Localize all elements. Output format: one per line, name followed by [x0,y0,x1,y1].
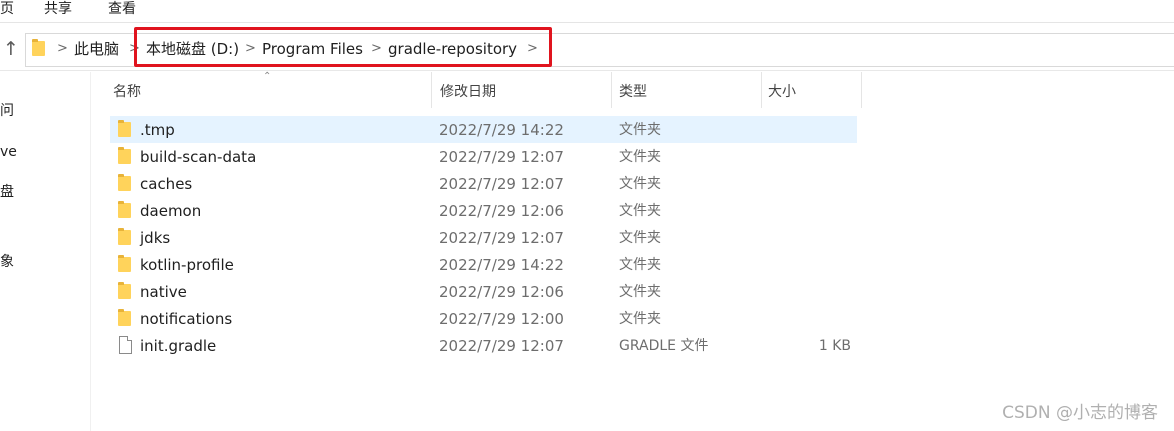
red-highlight-box [134,27,552,67]
column-header-size[interactable]: 大小 [768,82,796,102]
up-arrow-icon[interactable]: ↑ [1,38,21,60]
column-header-type[interactable]: 类型 [619,82,647,102]
nav-item[interactable]: 象 [0,253,14,271]
sort-ascending-icon: ⌃ [263,71,272,82]
file-type: 文件夹 [619,149,661,165]
folder-icon [118,201,131,218]
file-date: 2022/7/29 14:22 [439,256,564,274]
file-date: 2022/7/29 12:06 [439,202,564,220]
file-size: 1 KB [818,338,851,354]
file-row[interactable]: caches 2022/7/29 12:07 文件夹 [110,170,857,197]
file-row[interactable]: notifications 2022/7/29 12:00 文件夹 [110,305,857,332]
ribbon-tab-home[interactable]: 页 [0,0,14,18]
folder-icon [118,228,131,245]
folder-icon [118,120,131,137]
file-row[interactable]: init.gradle 2022/7/29 12:07 GRADLE 文件 1 … [110,332,857,359]
file-date: 2022/7/29 12:00 [439,310,564,328]
ribbon: 页 共享 查看 [0,0,1174,23]
chevron-right-icon[interactable]: > [57,39,68,59]
file-name: build-scan-data [140,148,257,166]
file-row[interactable]: kotlin-profile 2022/7/29 14:22 文件夹 [110,251,857,278]
file-row[interactable]: build-scan-data 2022/7/29 12:07 文件夹 [110,143,857,170]
file-name: caches [140,175,193,193]
nav-item[interactable]: ve [0,143,17,161]
file-name: jdks [140,229,171,247]
file-date: 2022/7/29 12:07 [439,175,564,193]
file-date: 2022/7/29 12:07 [439,337,564,355]
folder-icon [32,39,45,56]
file-icon [119,336,132,354]
column-divider[interactable] [611,72,612,108]
file-type: 文件夹 [619,176,661,192]
column-divider[interactable] [761,72,762,108]
file-row[interactable]: daemon 2022/7/29 12:06 文件夹 [110,197,857,224]
column-header-name[interactable]: 名称 [113,82,141,102]
file-row[interactable]: jdks 2022/7/29 12:07 文件夹 [110,224,857,251]
folder-icon [118,282,131,299]
file-name: daemon [140,202,202,220]
folder-icon [118,309,131,326]
file-date: 2022/7/29 14:22 [439,121,564,139]
watermark: CSDN @小志的博客 [1002,403,1158,423]
file-type: 文件夹 [619,284,661,300]
folder-icon [118,255,131,272]
file-type: 文件夹 [619,257,661,273]
file-name: init.gradle [140,337,217,355]
column-header-date[interactable]: 修改日期 [440,82,496,102]
file-row[interactable]: .tmp 2022/7/29 14:22 文件夹 [110,116,857,143]
ribbon-tab-view[interactable]: 查看 [108,0,136,18]
file-type: 文件夹 [619,122,661,138]
folder-icon [118,174,131,191]
file-row[interactable]: native 2022/7/29 12:06 文件夹 [110,278,857,305]
file-name: native [140,283,187,301]
file-type: 文件夹 [619,230,661,246]
column-divider[interactable] [861,72,862,108]
folder-icon [118,147,131,164]
column-divider[interactable] [431,72,432,108]
file-name: kotlin-profile [140,256,234,274]
breadcrumb-this-pc[interactable]: 此电脑 [74,39,119,59]
file-date: 2022/7/29 12:07 [439,148,564,166]
nav-item[interactable]: 盘 [0,183,14,201]
file-name: .tmp [140,121,175,139]
file-type: 文件夹 [619,311,661,327]
file-date: 2022/7/29 12:06 [439,283,564,301]
nav-item[interactable]: 问 [0,102,14,120]
ribbon-tab-share[interactable]: 共享 [44,0,72,18]
file-date: 2022/7/29 12:07 [439,229,564,247]
file-name: notifications [140,310,233,328]
nav-pane-divider[interactable] [90,72,91,431]
file-type: GRADLE 文件 [619,338,709,354]
file-type: 文件夹 [619,203,661,219]
